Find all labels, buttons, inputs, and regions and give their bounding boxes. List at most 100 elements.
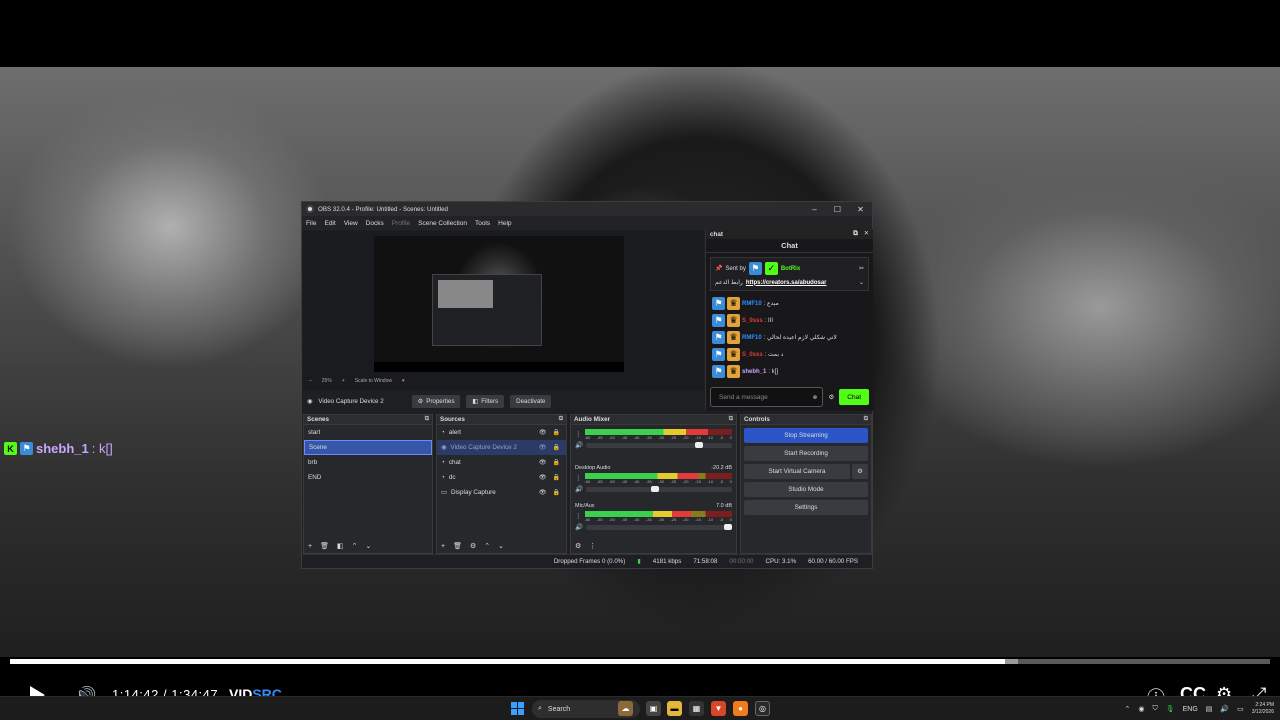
captions-icon[interactable]: CC: [1180, 684, 1206, 696]
mixer-settings-icon[interactable]: ⚙: [575, 542, 581, 550]
zoom-plus-icon[interactable]: +: [342, 378, 345, 384]
menu-docks[interactable]: Docks: [366, 220, 384, 227]
chevron-down-icon[interactable]: ⌄: [498, 542, 504, 550]
battery-icon[interactable]: ▭: [1237, 705, 1244, 713]
filter-icon[interactable]: ◧: [337, 542, 344, 550]
slider-handle[interactable]: [724, 524, 732, 530]
tray-shield-icon[interactable]: ⛉: [1152, 705, 1157, 713]
chevron-up-icon[interactable]: ⌃: [1124, 705, 1130, 713]
source-item[interactable]: ◔ chat 👁 🔒: [437, 455, 566, 470]
app-orange-icon[interactable]: ●: [733, 701, 748, 716]
more-icon[interactable]: ⋮: [575, 430, 582, 438]
chat-username[interactable]: shebh_1: [742, 369, 766, 375]
close-icon[interactable]: ✕: [864, 230, 869, 238]
add-icon[interactable]: +: [308, 543, 312, 550]
minimize-icon[interactable]: –: [803, 205, 826, 214]
scale-mode[interactable]: Scale to Window: [355, 378, 392, 384]
volume-slider[interactable]: [586, 442, 732, 448]
settings-button[interactable]: Settings: [744, 500, 868, 515]
menu-file[interactable]: File: [306, 220, 316, 227]
lock-icon[interactable]: 🔒: [553, 459, 560, 466]
more-icon[interactable]: ⋮: [589, 542, 596, 550]
source-item[interactable]: ◔ alert 👁 🔒: [437, 425, 566, 440]
task-view-icon[interactable]: ▣: [646, 701, 661, 716]
speaker-icon[interactable]: 🔊: [575, 523, 583, 531]
chat-send-button[interactable]: Chat: [839, 389, 869, 405]
more-icon[interactable]: ⋮: [575, 474, 582, 482]
preview-area[interactable]: – 25% + Scale to Window ▾: [303, 231, 704, 391]
network-icon[interactable]: ▤: [1206, 705, 1213, 713]
dock-menu-icon[interactable]: ⧉: [864, 416, 868, 423]
dock-menu-icon[interactable]: ⧉: [729, 416, 733, 423]
info-icon[interactable]: ⓘ: [1147, 684, 1165, 696]
close-icon[interactable]: ✕: [849, 205, 872, 214]
windows-start-icon[interactable]: [511, 702, 524, 715]
speaker-icon[interactable]: 🔊: [575, 485, 583, 493]
eye-icon[interactable]: 👁: [539, 444, 547, 451]
source-item[interactable]: ◉ Video Capture Device 2 👁 🔒: [437, 440, 566, 455]
volume-slider[interactable]: [586, 486, 732, 492]
maximize-icon[interactable]: ☐: [826, 205, 849, 214]
scene-item[interactable]: start: [304, 425, 432, 440]
eye-icon[interactable]: 👁: [539, 489, 547, 496]
app-icon[interactable]: ▦: [689, 701, 704, 716]
lock-icon[interactable]: 🔒: [553, 429, 560, 436]
chevron-down-icon[interactable]: ⌄: [365, 542, 371, 550]
gear-icon[interactable]: ⚙: [470, 542, 476, 550]
scene-item[interactable]: Scene: [304, 440, 432, 455]
menu-help[interactable]: Help: [498, 220, 511, 227]
brave-browser-icon[interactable]: ▼: [711, 701, 726, 716]
trash-icon[interactable]: 🗑: [320, 542, 329, 550]
trash-icon[interactable]: 🗑: [453, 542, 462, 550]
chat-username[interactable]: S_0sss: [742, 352, 763, 358]
filters-button[interactable]: ◧ Filters: [466, 395, 505, 408]
chat-username[interactable]: RMF10: [742, 301, 762, 307]
virtual-camera-settings-icon[interactable]: ⚙: [852, 464, 868, 479]
chat-input[interactable]: Send a message ☻: [710, 387, 824, 407]
clock[interactable]: 2:24 PM 3/12/2026: [1252, 702, 1274, 716]
language-indicator[interactable]: ENG: [1183, 706, 1198, 713]
scene-item[interactable]: brb: [304, 455, 432, 470]
properties-button[interactable]: ⚙ Properties: [411, 395, 461, 408]
chat-username[interactable]: S_0sss: [742, 318, 763, 324]
dock-menu-icon[interactable]: ⧉: [425, 416, 429, 423]
emoji-icon[interactable]: ☻: [812, 394, 819, 401]
fullscreen-icon[interactable]: ⤢: [1252, 684, 1266, 696]
gear-icon[interactable]: ⚙: [1216, 684, 1232, 696]
chevron-down-icon[interactable]: ▾: [402, 378, 405, 384]
chat-username[interactable]: RMF10: [742, 335, 762, 341]
slider-handle[interactable]: [651, 486, 660, 492]
lock-icon[interactable]: 🔒: [553, 489, 560, 496]
start-virtual-camera-button[interactable]: Start Virtual Camera: [744, 464, 850, 479]
stop-streaming-button[interactable]: Stop Streaming: [744, 428, 868, 443]
file-explorer-icon[interactable]: ▬: [667, 701, 682, 716]
volume-slider[interactable]: [586, 524, 732, 530]
eye-icon[interactable]: 👁: [539, 459, 547, 466]
menu-scene-collection[interactable]: Scene Collection: [418, 220, 467, 227]
speaker-icon[interactable]: 🔊: [1220, 705, 1229, 713]
studio-mode-button[interactable]: Studio Mode: [744, 482, 868, 497]
mic-icon[interactable]: 🎙: [1166, 705, 1175, 713]
speaker-icon[interactable]: 🔊: [575, 441, 583, 449]
play-icon[interactable]: [30, 686, 45, 696]
lock-icon[interactable]: 🔒: [553, 474, 560, 481]
chevron-up-icon[interactable]: ⌃: [352, 542, 358, 550]
eye-icon[interactable]: 👁: [539, 429, 547, 436]
menu-edit[interactable]: Edit: [324, 220, 335, 227]
eye-icon[interactable]: 👁: [539, 474, 547, 481]
menu-view[interactable]: View: [344, 220, 358, 227]
seek-bar[interactable]: [10, 659, 1270, 664]
deactivate-button[interactable]: Deactivate: [510, 395, 552, 408]
volume-icon[interactable]: 🔊: [74, 686, 96, 696]
source-item[interactable]: ◔ dc 👁 🔒: [437, 470, 566, 485]
scene-item[interactable]: END: [304, 470, 432, 485]
start-recording-button[interactable]: Start Recording: [744, 446, 868, 461]
chevron-down-icon[interactable]: ⌄: [859, 279, 864, 286]
lock-icon[interactable]: 🔒: [553, 444, 560, 451]
zoom-minus-icon[interactable]: –: [309, 378, 312, 384]
more-icon[interactable]: ⋮: [575, 512, 582, 520]
undock-icon[interactable]: ⧉: [853, 230, 858, 238]
pinned-link[interactable]: https://creators.sa/abudosar: [746, 280, 827, 286]
dock-menu-icon[interactable]: ⧉: [559, 416, 563, 423]
unpin-icon[interactable]: ✂: [859, 265, 864, 272]
